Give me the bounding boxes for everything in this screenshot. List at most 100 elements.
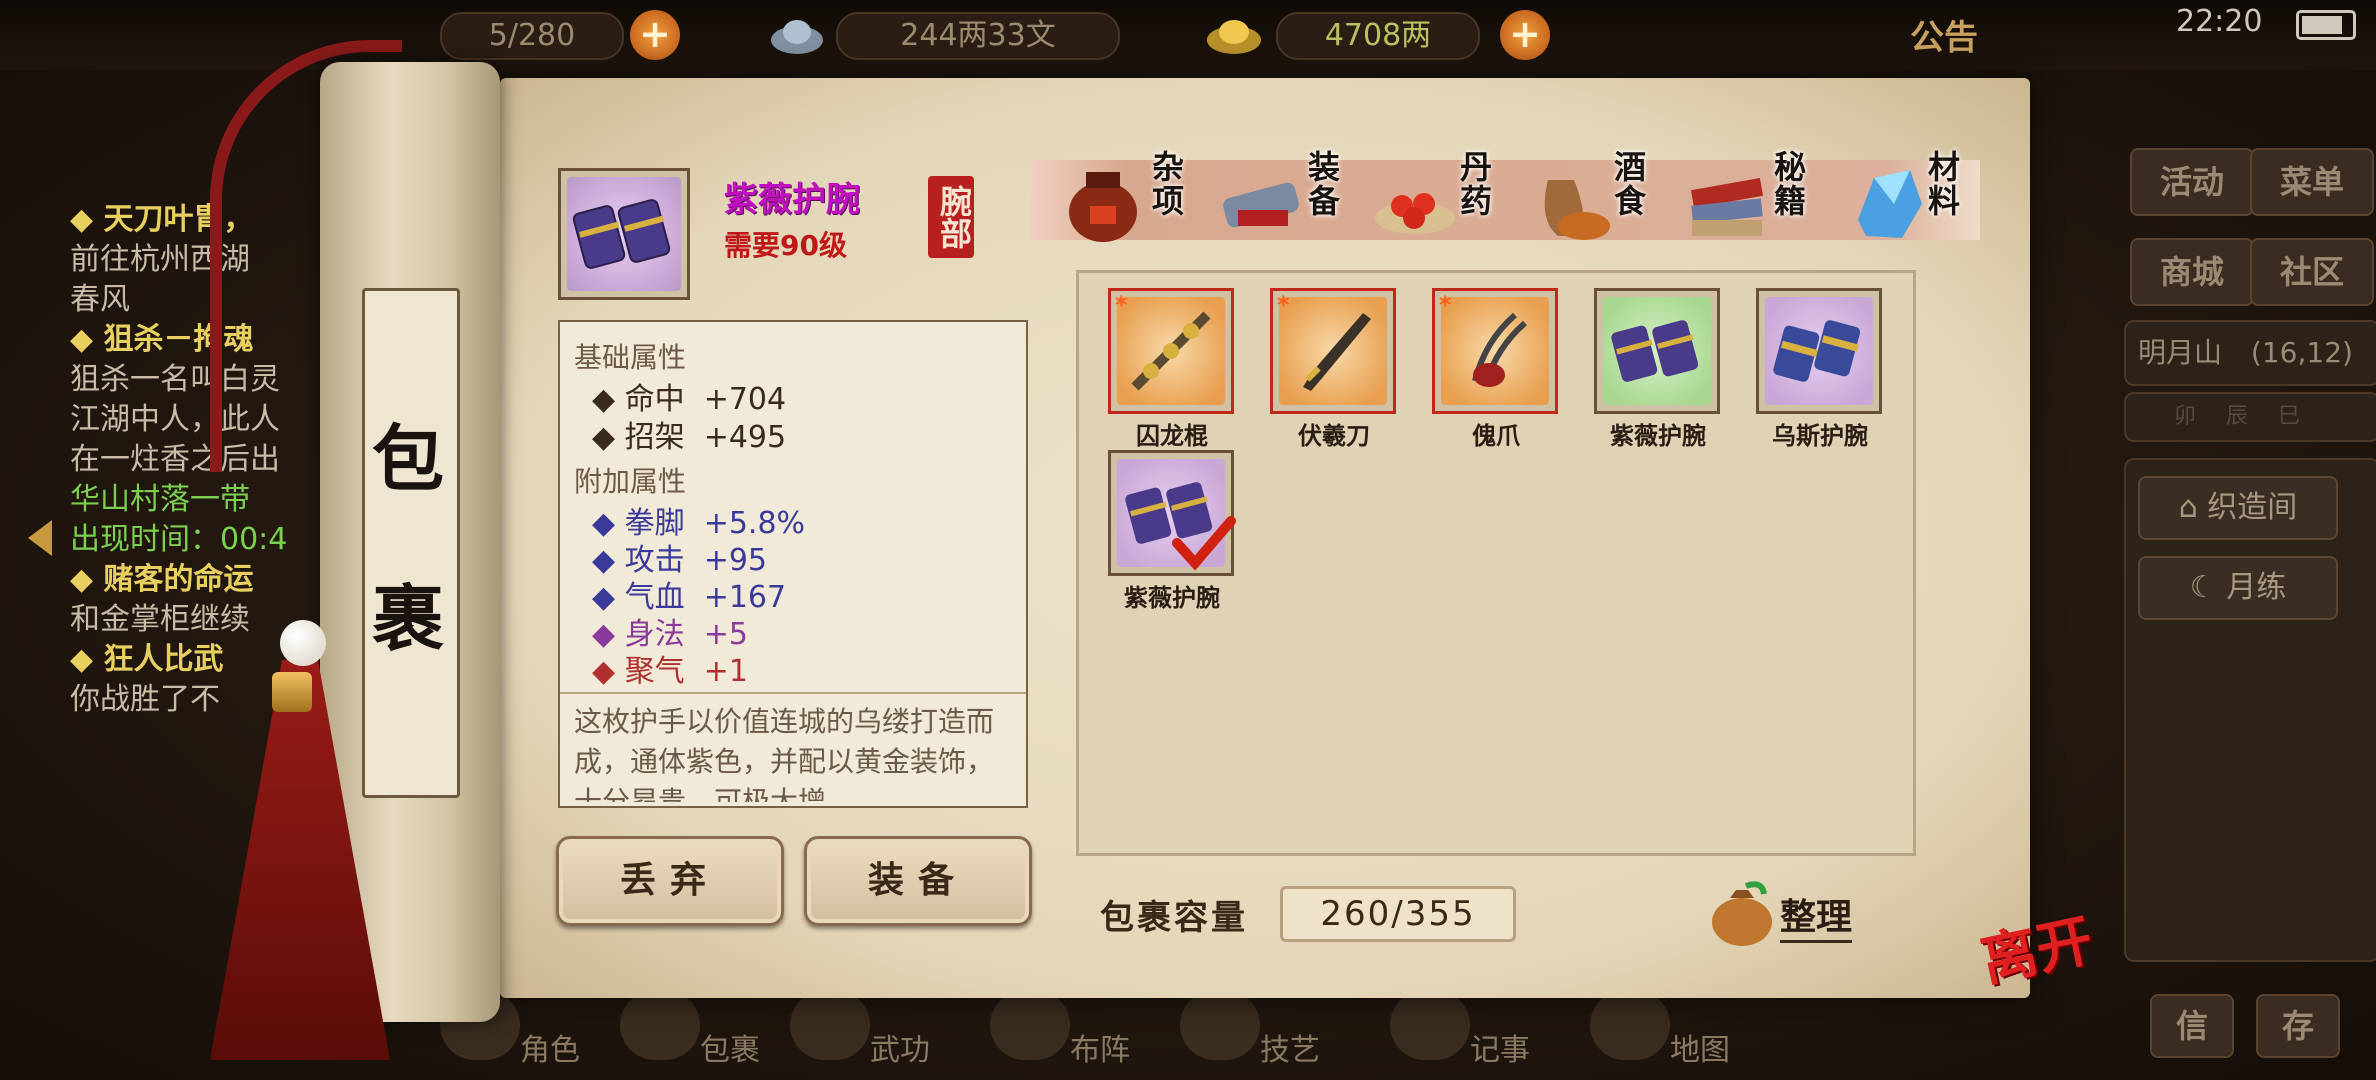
tab-label: 材料 (1928, 148, 1961, 220)
location-coords: (16,12) (2250, 336, 2353, 369)
item-label: 傀爪 (1472, 422, 1520, 450)
collapse-arrow-icon[interactable] (28, 520, 52, 556)
inventory-slot[interactable]: * (1432, 288, 1558, 414)
base-stats-header: 基础属性 (574, 341, 687, 374)
discard-button[interactable]: 丢弃 (556, 836, 784, 926)
equip-button[interactable]: 装备 (804, 836, 1032, 926)
nav-formation[interactable]: 布阵 (990, 990, 1130, 1080)
quest-line: 和金掌柜继续 (70, 602, 250, 637)
item-name: 紫薇护腕 (724, 180, 860, 220)
jar-icon (1060, 160, 1146, 246)
clock: 22:20 (2176, 4, 2263, 39)
nav-skills[interactable]: 技艺 (1180, 990, 1320, 1080)
item-description: 这枚护手以价值连城的乌缕打造而成，通体紫色，并配以黄金装饰，十分昂贵，可极大增 (574, 705, 995, 802)
menu-button[interactable]: 菜单 (2250, 148, 2374, 216)
inventory-slot-selected[interactable] (1108, 450, 1237, 577)
inventory-slot[interactable] (1594, 288, 1720, 414)
time-compass: 卯辰巳 (2124, 392, 2376, 442)
item-label: 紫薇护腕 (1124, 584, 1220, 612)
formation-icon (990, 990, 1070, 1060)
claw-icon (1435, 291, 1555, 411)
pills-icon (1372, 160, 1458, 246)
slot-seal: 腕部 (928, 176, 974, 258)
bracer-icon (1597, 291, 1717, 411)
tab-label: 秘籍 (1774, 148, 1807, 220)
quest-title[interactable]: ◆ 狂人比武 (70, 640, 287, 680)
inventory-slot[interactable] (1756, 288, 1882, 414)
tab-pills[interactable]: 丹药 (1372, 150, 1512, 250)
battery-icon (2296, 10, 2356, 40)
item-label: 囚龙棍 (1136, 422, 1208, 450)
announcement-button[interactable]: 公告 (1910, 10, 1978, 59)
extra-stats-header: 附加属性 (574, 465, 687, 498)
nav-martial-arts[interactable]: 武功 (790, 990, 930, 1080)
location-name: 明月山 (2138, 336, 2223, 369)
martial-arts-icon (790, 990, 870, 1060)
tab-misc[interactable]: 杂项 (1060, 150, 1200, 250)
scroll-label (362, 288, 460, 798)
add-gold-button[interactable]: + (1500, 10, 1550, 60)
tab-label: 杂项 (1152, 148, 1185, 220)
tab-label: 酒食 (1614, 148, 1647, 220)
inventory-slot[interactable]: * (1270, 288, 1396, 414)
tab-food[interactable]: 酒食 (1528, 150, 1668, 250)
item-label: 乌斯护腕 (1772, 422, 1868, 450)
silver-text: 244两33文 (900, 18, 1056, 53)
nav-map[interactable]: 地图 (1590, 990, 1730, 1080)
gold-ingot-icon (1206, 10, 1262, 58)
bracer-icon (561, 171, 687, 297)
chain-staff-icon (1111, 291, 1231, 411)
bag-icon (620, 990, 700, 1060)
skills-icon (1180, 990, 1260, 1060)
divider (560, 692, 1026, 694)
weaving-room-button[interactable]: ⌂ 织造间 (2138, 476, 2338, 540)
nav-journal[interactable]: 记事 (1390, 990, 1530, 1080)
tab-equipment[interactable]: 装备 (1218, 150, 1358, 250)
checkmark-icon (1171, 513, 1237, 577)
silver-ingot-icon (770, 10, 824, 58)
bag-count: 5/280 (488, 18, 576, 53)
add-bag-button[interactable]: + (630, 10, 680, 60)
tab-books[interactable]: 秘籍 (1684, 150, 1824, 250)
stat-row: ◆ 招架 +495 (592, 420, 787, 455)
gold-ring (272, 672, 312, 712)
nav-bag[interactable]: 包裹 (620, 990, 760, 1080)
quest-line: 华山村落一带 (70, 482, 250, 517)
quest-line: 你战胜了不 (70, 682, 220, 717)
equipment-icon (1218, 160, 1304, 246)
item-label: 紫薇护腕 (1610, 422, 1706, 450)
inventory-slot[interactable]: * (1108, 288, 1234, 414)
tab-label: 丹药 (1460, 148, 1493, 220)
gold-amount: 4708两 (1276, 12, 1480, 60)
crystal-icon (1844, 160, 1930, 246)
shop-button[interactable]: 商城 (2130, 238, 2254, 306)
item-label: 伏羲刀 (1298, 422, 1370, 450)
capacity-label: 包裹容量 (1100, 898, 1248, 938)
tab-label: 装备 (1308, 148, 1341, 220)
bracer-icon (1759, 291, 1879, 411)
journal-icon (1390, 990, 1470, 1060)
silver-amount: 244两33文 (836, 12, 1120, 60)
jade-bead (280, 620, 326, 666)
map-icon (1590, 990, 1670, 1060)
community-button[interactable]: 社区 (2250, 238, 2374, 306)
location-bar: 明月山 (16,12) (2124, 320, 2376, 386)
quest-title[interactable]: ◆ 赌客的命运 (70, 560, 287, 600)
moon-training-button[interactable]: ☾ 月练 (2138, 556, 2338, 620)
storage-button[interactable]: 存 (2256, 994, 2340, 1058)
tab-materials[interactable]: 材料 (1844, 150, 1984, 250)
quest-line: 出现时间：00:4 (70, 522, 288, 557)
sort-button[interactable]: 整理 (1780, 888, 1853, 943)
gold-text: 4708两 (1324, 18, 1432, 53)
mail-button[interactable]: 信 (2150, 994, 2234, 1058)
capacity-value: 260/355 (1280, 886, 1516, 942)
scroll-title-char: 包 (371, 416, 444, 501)
money-bag-icon (1706, 876, 1778, 948)
item-stats-panel[interactable]: 基础属性 ◆ 命中 +704 ◆ 招架 +495 附加属性 ◆ 拳脚 +5.8%… (558, 320, 1028, 808)
bag-counter: 5/280 (440, 12, 624, 60)
blade-icon (1273, 291, 1393, 411)
books-icon (1684, 160, 1770, 246)
activity-button[interactable]: 活动 (2130, 148, 2254, 216)
stat-row: ◆ 聚气 +1 (592, 654, 748, 689)
selected-item-icon (558, 168, 690, 300)
